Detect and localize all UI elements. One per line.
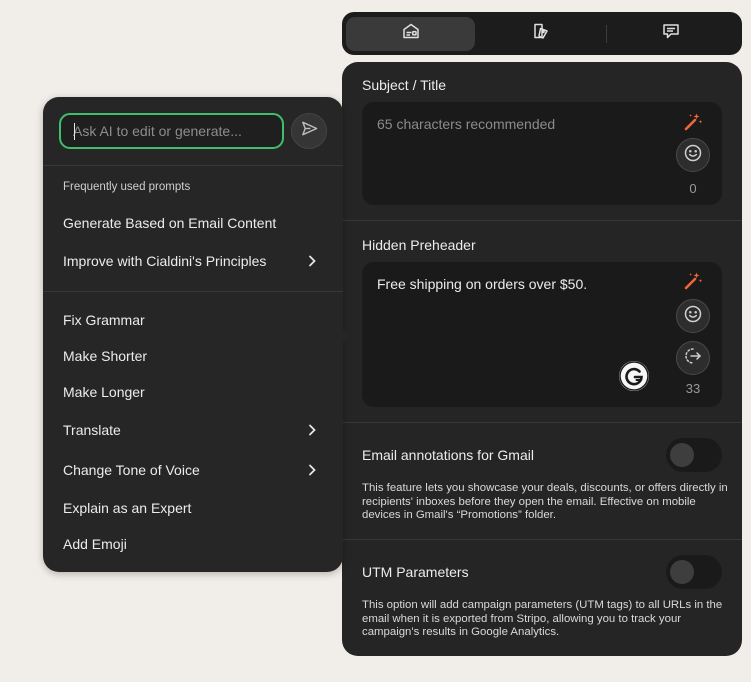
preheader-char-counter: 33: [685, 381, 701, 396]
preheader-label: Hidden Preheader: [362, 237, 476, 253]
menu-item-fix-grammar[interactable]: Fix Grammar: [43, 303, 343, 337]
subject-label: Subject / Title: [362, 77, 447, 93]
menu-item-generate-from-email[interactable]: Generate Based on Email Content: [43, 206, 343, 240]
dotted-arrow-icon: [683, 346, 703, 371]
menu-item-label: Add Emoji: [63, 536, 127, 552]
divider: [43, 165, 343, 166]
chevron-right-icon: [309, 255, 316, 267]
menu-item-add-emoji[interactable]: Add Emoji: [43, 527, 343, 561]
menu-item-cialdini[interactable]: Improve with Cialdini's Principles: [43, 244, 343, 278]
tab-email-preview[interactable]: [346, 16, 475, 51]
ai-magic-wand-icon[interactable]: [682, 270, 704, 292]
divider: [43, 291, 343, 292]
menu-item-explain-as-expert[interactable]: Explain as an Expert: [43, 491, 343, 525]
divider: [342, 422, 742, 423]
chevron-right-icon: [309, 464, 316, 476]
tab-comments[interactable]: [607, 17, 735, 51]
subject-placeholder: 65 characters recommended: [377, 116, 556, 132]
menu-item-label: Change Tone of Voice: [63, 462, 200, 478]
subject-field[interactable]: 65 characters recommended 0: [362, 102, 722, 205]
utm-parameters-description: This option will add campaign parameters…: [362, 599, 723, 638]
frequent-prompts-heading: Frequently used prompts: [63, 181, 191, 193]
toggle-knob: [670, 443, 694, 467]
chevron-right-icon: [309, 424, 316, 436]
send-arrow-icon: [300, 119, 319, 143]
menu-item-make-longer[interactable]: Make Longer: [43, 375, 343, 409]
utm-parameters-toggle[interactable]: [666, 555, 722, 589]
email-settings-panel: Subject / Title 65 characters recommende…: [342, 62, 742, 656]
preheader-insert-spacing-button[interactable]: [676, 341, 710, 375]
popup-pointer: [337, 324, 348, 348]
emoji-smile-icon: [683, 143, 703, 168]
menu-item-label: Make Longer: [63, 384, 145, 400]
comment-icon: [661, 21, 681, 46]
utm-parameters-label: UTM Parameters: [362, 564, 469, 580]
menu-item-label: Make Shorter: [63, 348, 148, 364]
preheader-value: Free shipping on orders over $50.: [377, 276, 588, 292]
ai-prompt-input-wrapper[interactable]: [59, 113, 284, 149]
menu-item-translate[interactable]: Translate: [43, 413, 343, 447]
emoji-smile-icon: [683, 304, 703, 329]
menu-item-label: Explain as an Expert: [63, 500, 192, 516]
tab-mobile-settings[interactable]: [475, 17, 606, 51]
preheader-field[interactable]: Free shipping on orders over $50. 33: [362, 262, 722, 407]
divider: [342, 539, 742, 540]
menu-item-change-tone[interactable]: Change Tone of Voice: [43, 453, 343, 487]
subject-emoji-button[interactable]: [676, 138, 710, 172]
gmail-annotations-label: Email annotations for Gmail: [362, 447, 534, 463]
subject-char-counter: 0: [689, 181, 697, 196]
ai-magic-wand-icon[interactable]: [682, 111, 704, 133]
ai-prompt-menu: Frequently used prompts Generate Based o…: [43, 97, 343, 572]
menu-item-make-shorter[interactable]: Make Shorter: [43, 339, 343, 373]
menu-item-label: Improve with Cialdini's Principles: [63, 253, 267, 269]
ai-prompt-input[interactable]: [73, 123, 282, 139]
divider: [342, 220, 742, 221]
panel-tabbar: [342, 12, 742, 55]
preheader-emoji-button[interactable]: [676, 299, 710, 333]
menu-item-label: Translate: [63, 422, 121, 438]
gmail-annotations-description: This feature lets you showcase your deal…: [362, 482, 728, 521]
grammarly-logo-icon[interactable]: [619, 361, 649, 391]
menu-item-label: Fix Grammar: [63, 312, 145, 328]
email-preview-icon: [401, 21, 421, 46]
ai-send-button[interactable]: [291, 113, 327, 149]
menu-item-label: Generate Based on Email Content: [63, 215, 277, 231]
toggle-knob: [670, 560, 694, 584]
text-cursor: [74, 123, 75, 140]
gmail-annotations-toggle[interactable]: [666, 438, 722, 472]
mobile-tag-icon: [531, 21, 551, 46]
